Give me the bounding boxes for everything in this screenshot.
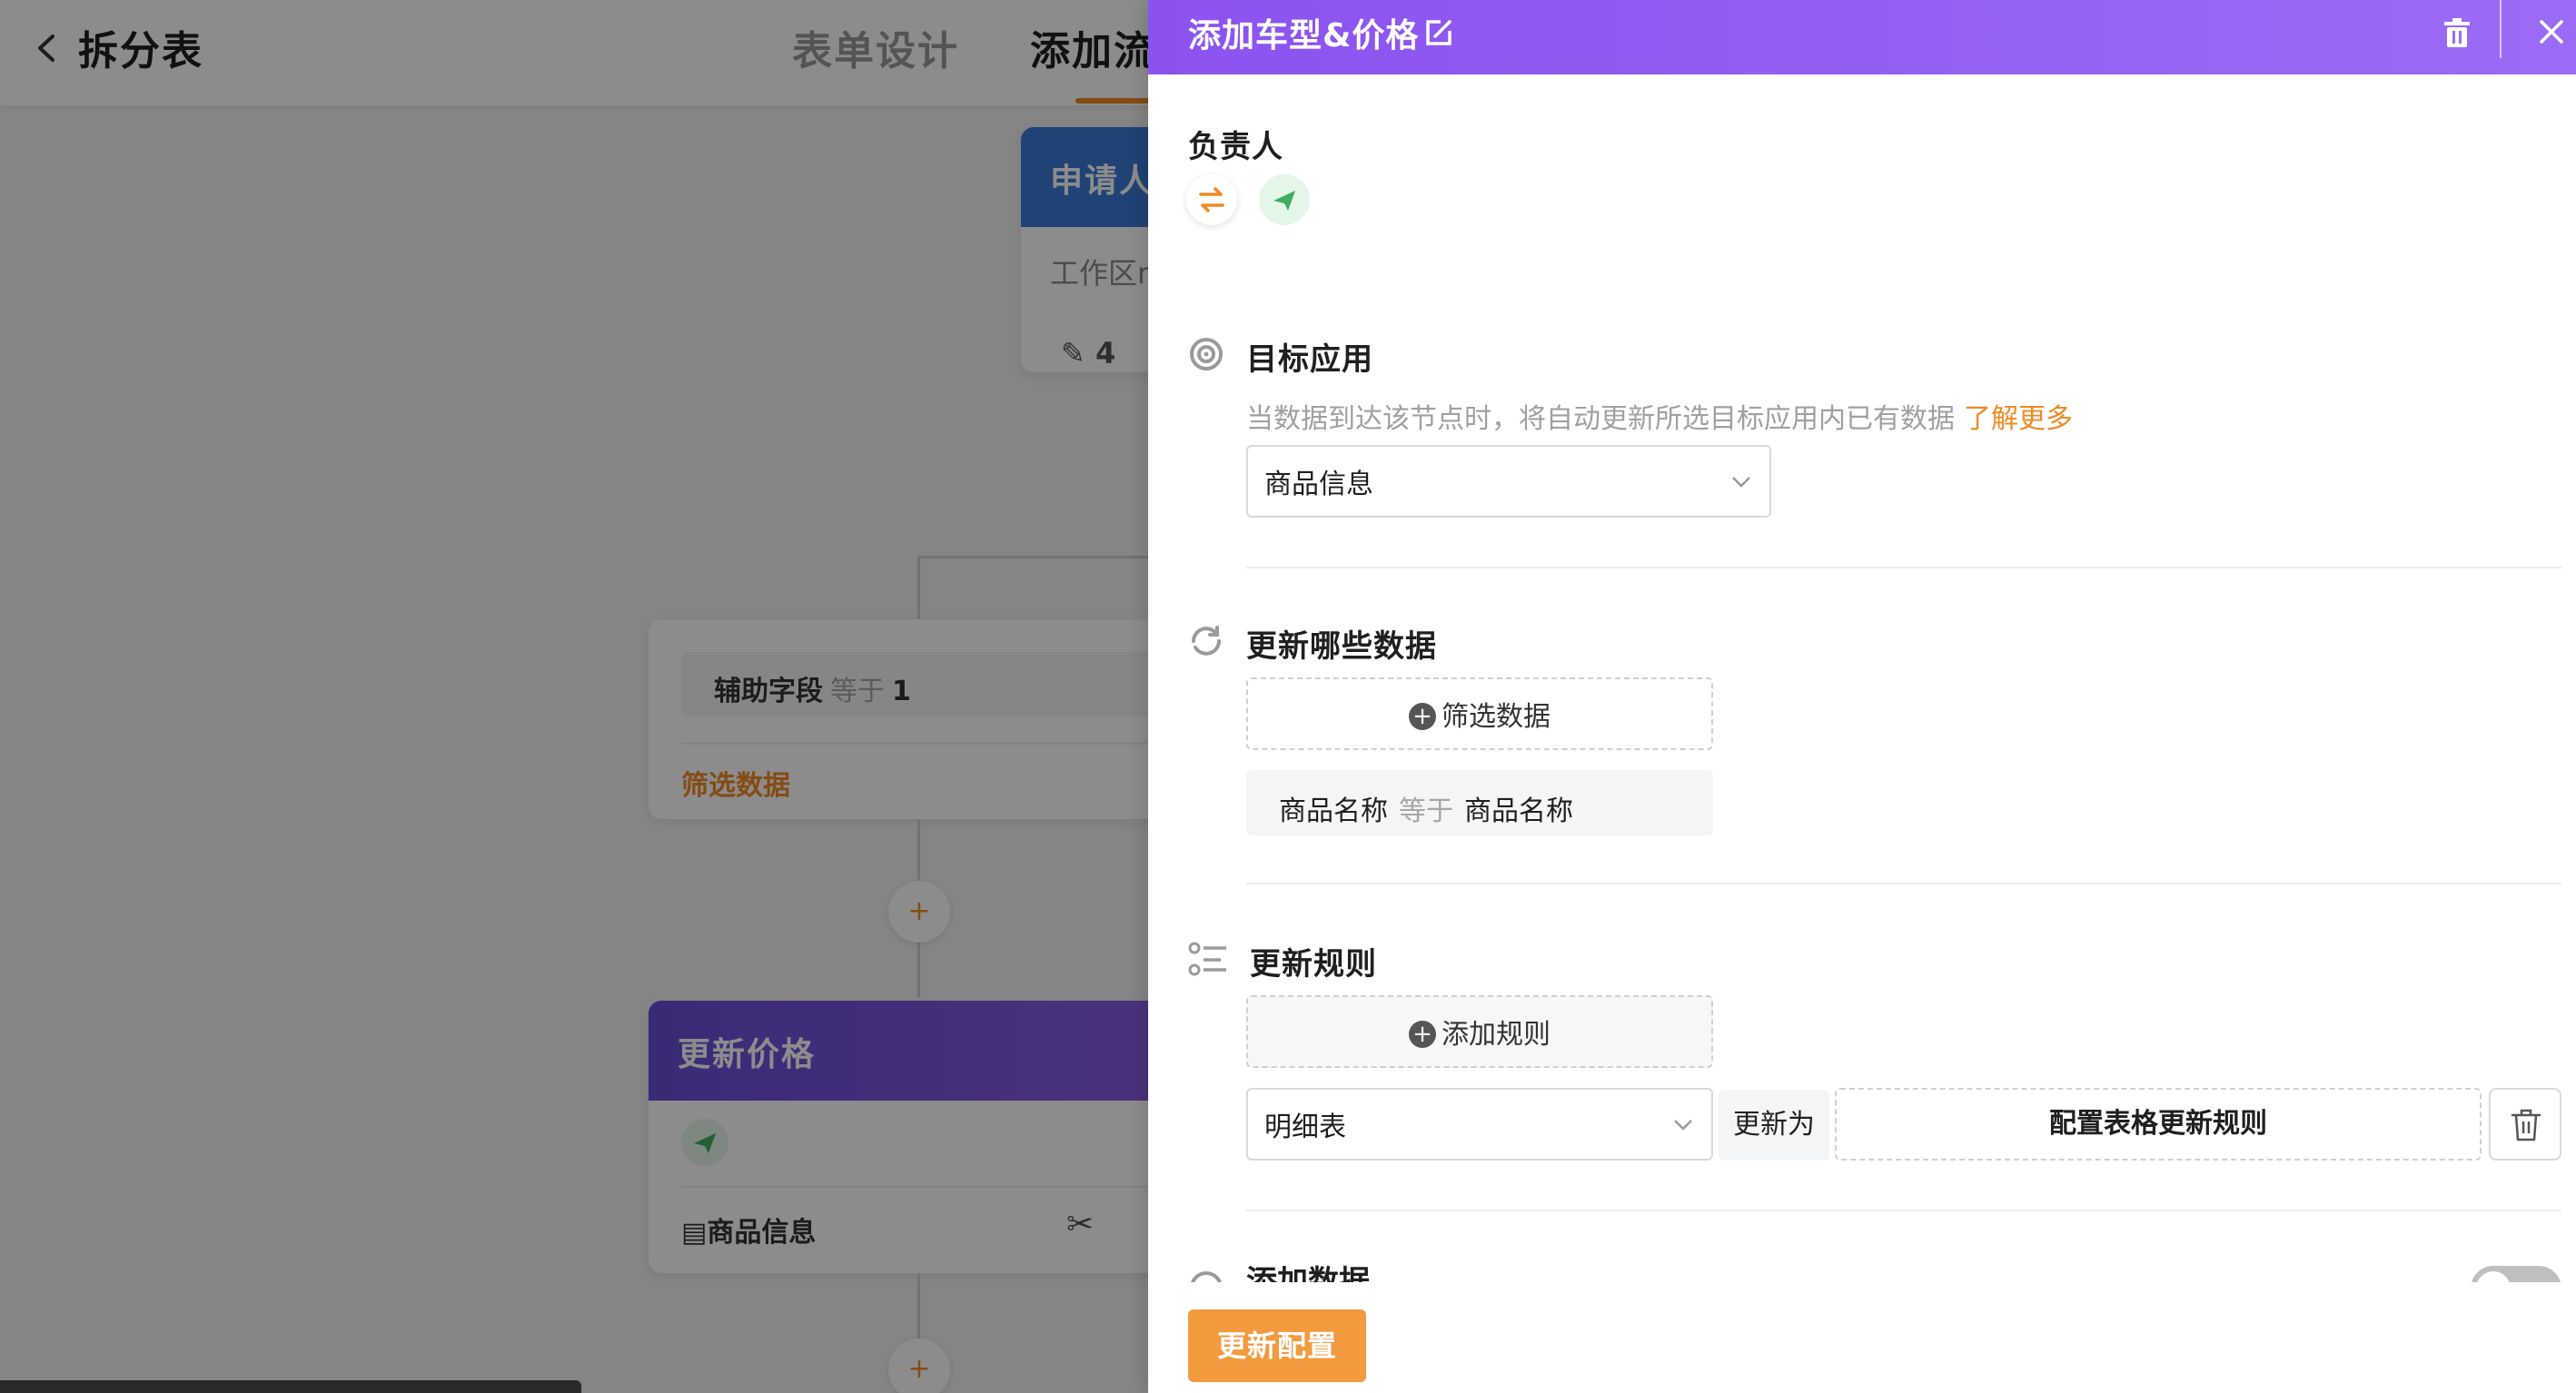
target-app-select[interactable]: 商品信息 [1246,445,1771,518]
drawer-title: 添加车型&价格 [1188,17,1420,54]
filter-data-button[interactable]: + 筛选数据 [1246,677,1713,750]
send-icon[interactable] [1259,174,1310,225]
target-app-title: 目标应用 [1246,341,1373,378]
update-rules-title: 更新规则 [1250,946,1377,983]
add-data-title-text: 添加数据 [1246,1264,1370,1282]
add-data-toggle[interactable] [2471,1266,2561,1282]
add-data-title: 添加数据 [1246,1262,1519,1282]
target-app-hint-text: 当数据到达该节点时，将自动更新所选目标应用内已有数据 [1246,403,1955,435]
section-divider [1246,883,2561,884]
target-app-hint: 当数据到达该节点时，将自动更新所选目标应用内已有数据 了解更多 [1246,396,2073,436]
modal-overlay[interactable] [0,0,1148,1393]
close-icon[interactable] [2538,18,2565,45]
condition-operator: 等于 [1399,795,1453,827]
update-to-label: 更新为 [1719,1090,1829,1161]
list-icon [1188,942,1226,976]
condition-value: 商品名称 [1464,795,1573,827]
toggle-knob [2476,1271,2511,1282]
refresh-icon [1192,626,1221,656]
target-app-select-value: 商品信息 [1264,469,1373,500]
rule-table-select-value: 明细表 [1264,1111,1346,1143]
add-rule-button[interactable]: + 添加规则 [1246,995,1713,1068]
plus-circle-icon: + [1409,1020,1436,1048]
add-data-icon [1188,1268,1224,1282]
chevron-down-icon [1674,1120,1692,1131]
drawer-header: 添加车型&价格 [1148,0,2576,74]
filter-condition-row[interactable]: 商品名称 等于 商品名称 [1246,770,1713,835]
update-which-title: 更新哪些数据 [1246,628,1437,665]
rule-table-select[interactable]: 明细表 [1246,1088,1713,1161]
node-config-drawer: 添加车型&价格 负责人 目标应用 当数据到达该节点时，将自动更新所选目标应用内已… [1148,0,2576,1393]
drawer-footer: 更新配置 [1148,1282,2576,1393]
plus-circle-icon: + [1409,702,1436,730]
chevron-down-icon [1732,477,1750,488]
edit-icon[interactable] [1422,16,1455,49]
learn-more-link[interactable]: 了解更多 [1964,403,2073,435]
section-divider [1246,1210,2561,1211]
delete-rule-button[interactable] [2489,1088,2561,1161]
trash-icon [2511,1109,2541,1141]
update-config-button[interactable]: 更新配置 [1188,1309,1366,1382]
add-rule-button-label: 添加规则 [1442,1019,1551,1051]
condition-field: 商品名称 [1279,795,1388,827]
header-divider [2500,0,2502,58]
target-icon [1190,338,1223,370]
swap-icon[interactable] [1186,174,1237,225]
section-divider [1246,567,2561,568]
trash-icon[interactable] [2442,16,2472,49]
owner-label: 负责人 [1188,129,1283,165]
filter-data-button-label: 筛选数据 [1442,701,1551,733]
status-url-bar [0,1380,581,1393]
toggle-track [2471,1266,2561,1282]
configure-table-rules-button[interactable]: 配置表格更新规则 [1835,1088,2482,1161]
